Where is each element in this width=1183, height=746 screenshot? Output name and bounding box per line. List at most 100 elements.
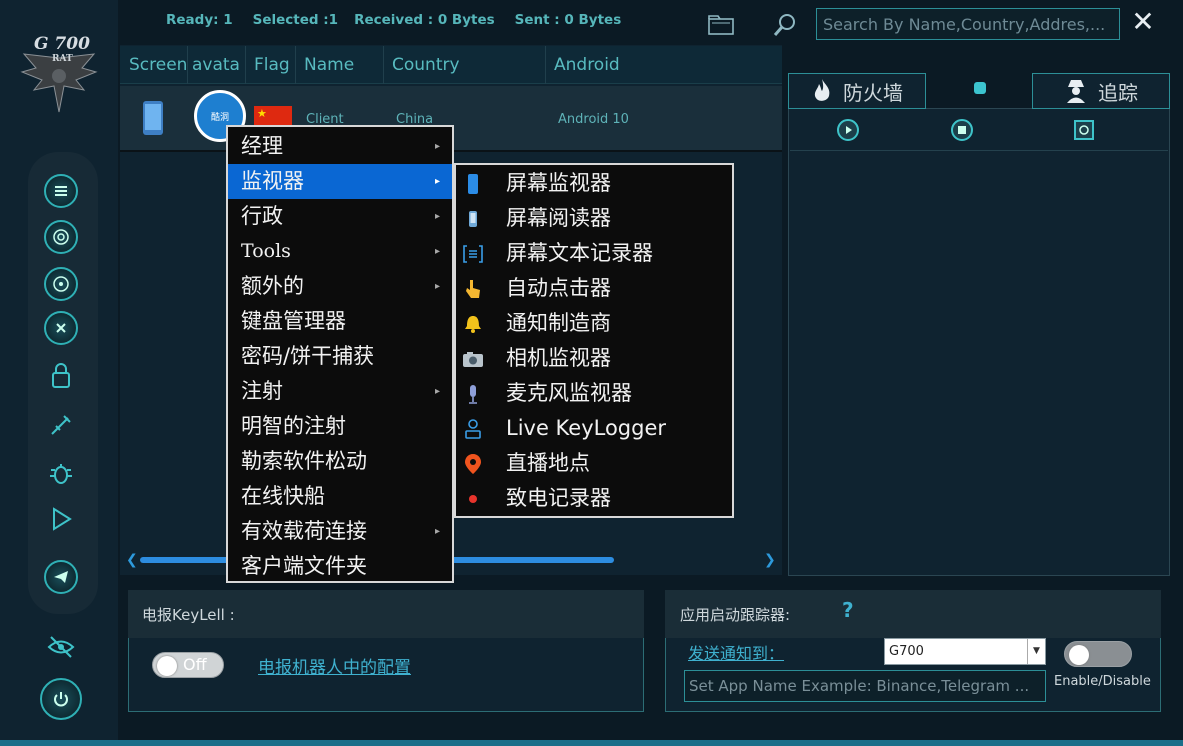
scroll-left-icon[interactable]: ❮	[126, 552, 138, 568]
select-value: G700	[889, 644, 924, 659]
header-avatar[interactable]: avata	[188, 46, 246, 84]
telegram-config-link[interactable]: 电报机器人中的配置	[258, 653, 411, 678]
logo-subtext: RAT	[52, 54, 73, 64]
telegram-icon	[54, 571, 68, 583]
firewall-label: 防火墙	[843, 80, 903, 105]
submenu-item-live-keylogger[interactable]: Live KeyLogger	[456, 411, 732, 446]
submenu-item-label: 屏幕阅读器	[506, 206, 611, 230]
app-name-input[interactable]	[684, 670, 1046, 702]
bell-icon	[465, 316, 481, 333]
spy-icon	[1067, 80, 1085, 103]
submenu-item-microphone-monitor[interactable]: 麦克风监视器	[456, 376, 732, 411]
submenu-item-label: 麦克风监视器	[506, 381, 632, 405]
target-nav-button[interactable]	[44, 267, 78, 301]
submenu-arrow-icon: ▸	[434, 526, 440, 537]
header-country[interactable]: Country	[384, 46, 546, 84]
row-android: Android 10	[558, 112, 629, 127]
menu-item-ransomware[interactable]: 勒索软件松动	[228, 444, 452, 479]
screenshot-icon[interactable]	[1072, 118, 1096, 142]
play-circle-icon[interactable]	[836, 118, 860, 142]
submenu-item-screen-reader[interactable]: 屏幕阅读器	[456, 201, 732, 236]
submenu-item-screen-monitor[interactable]: 屏幕监视器	[456, 166, 732, 201]
hide-nav-button[interactable]	[44, 630, 78, 664]
bug-icon	[50, 464, 72, 484]
submenu-arrow-icon: ▸	[434, 141, 440, 152]
camera-icon	[463, 352, 483, 367]
avatar-text: 酷洞	[210, 112, 229, 123]
status-selected: Selected :1	[252, 12, 339, 28]
header-name[interactable]: Name	[296, 46, 384, 84]
menu-nav-button[interactable]	[44, 174, 78, 208]
menu-item-client-folder[interactable]: 客户端文件夹	[228, 549, 452, 584]
location-pin-icon	[465, 454, 481, 474]
bug-nav-button[interactable]	[44, 456, 78, 490]
power-icon	[54, 692, 68, 707]
help-icon[interactable]: ?	[842, 598, 854, 622]
menu-item-payload-connect[interactable]: 有效载荷连接 ▸	[228, 514, 452, 549]
telegram-toggle[interactable]: Off	[152, 652, 224, 678]
menu-item-smart-injection[interactable]: 明智的注射	[228, 409, 452, 444]
submenu-item-label: 直播地点	[506, 451, 590, 475]
menu-item-label: 有效载荷连接	[241, 519, 367, 543]
play-nav-button[interactable]	[44, 502, 78, 536]
red-dot-icon	[469, 495, 477, 503]
tracker-button[interactable]: 追踪	[1032, 73, 1170, 109]
submenu-item-notification-maker[interactable]: 通知制造商	[456, 306, 732, 341]
submenu-item-screen-text-logger[interactable]: 屏幕文本记录器	[456, 236, 732, 271]
submenu-arrow-icon: ▸	[434, 211, 440, 222]
center-toggle-button[interactable]	[974, 82, 986, 94]
menu-item-extra[interactable]: 额外的 ▸	[228, 269, 452, 304]
menu-item-injection[interactable]: 注射 ▸	[228, 374, 452, 409]
pointer-hand-icon	[466, 280, 480, 298]
power-nav-button[interactable]	[40, 678, 82, 720]
menu-item-admin[interactable]: 行政 ▸	[228, 199, 452, 234]
lock-icon	[52, 363, 70, 388]
toggle-off-label: Off	[183, 655, 207, 674]
telegram-nav-button[interactable]	[44, 560, 78, 594]
close-window-button[interactable]: ✕	[1130, 8, 1156, 36]
text-bracket-icon	[463, 245, 483, 263]
submenu-arrow-icon: ▸	[434, 386, 440, 397]
search-input[interactable]	[816, 8, 1120, 40]
menu-item-online-clipper[interactable]: 在线快船	[228, 479, 452, 514]
send-notification-link[interactable]: 发送通知到：	[688, 640, 784, 664]
stop-circle-icon[interactable]	[950, 118, 974, 142]
menu-item-tools[interactable]: Tools ▸	[228, 234, 452, 269]
submenu-arrow-icon: ▸	[434, 281, 440, 292]
header-android[interactable]: Android	[546, 46, 782, 84]
menu-item-password-capture[interactable]: 密码/饼干捕获	[228, 339, 452, 374]
screen-phone-icon	[143, 101, 163, 135]
header-screen[interactable]: Screen	[120, 46, 188, 84]
folder-button[interactable]	[706, 12, 736, 38]
table-header: Screen avata Flag Name Country Android	[120, 46, 782, 84]
firewall-button[interactable]: 防火墙	[788, 73, 926, 109]
submenu-item-camera-monitor[interactable]: 相机监视器	[456, 341, 732, 376]
radar-icon	[53, 229, 69, 245]
status-sent: Sent : 0 Bytes	[514, 12, 622, 28]
menu-item-label: 行政	[241, 204, 283, 228]
phone-small-icon	[469, 211, 477, 227]
status-bar: Ready: 1 Selected :1 Received : 0 Bytes …	[166, 12, 641, 32]
menu-item-label: 密码/饼干捕获	[241, 344, 375, 368]
telegram-title: 电报KeyLell :	[142, 606, 235, 624]
menu-item-label: Tools	[241, 240, 291, 262]
radar-nav-button[interactable]	[44, 220, 78, 254]
menu-item-label: 勒索软件松动	[241, 449, 367, 473]
app-tracker-toggle[interactable]	[1064, 641, 1132, 667]
search-button[interactable]	[770, 10, 800, 40]
close-nav-button[interactable]	[44, 311, 78, 345]
menu-item-label: 经理	[241, 134, 283, 158]
scroll-right-icon[interactable]: ❯	[764, 552, 776, 568]
syringe-nav-button[interactable]	[44, 408, 78, 442]
chevron-down-icon[interactable]: ▼	[1027, 639, 1045, 664]
header-flag[interactable]: Flag	[246, 46, 296, 84]
menu-item-keyboard-manager[interactable]: 键盘管理器	[228, 304, 452, 339]
submenu-item-live-location[interactable]: 直播地点	[456, 446, 732, 481]
submenu-item-call-recorder[interactable]: 致电记录器	[456, 481, 732, 516]
lock-nav-button[interactable]	[44, 358, 78, 392]
enable-disable-label: Enable/Disable	[1054, 674, 1151, 689]
submenu-item-auto-clicker[interactable]: 自动点击器	[456, 271, 732, 306]
menu-item-monitor[interactable]: 监视器 ▸	[228, 164, 452, 199]
notification-target-select[interactable]: G700 ▼	[884, 638, 1046, 665]
menu-item-manager[interactable]: 经理 ▸	[228, 129, 452, 164]
